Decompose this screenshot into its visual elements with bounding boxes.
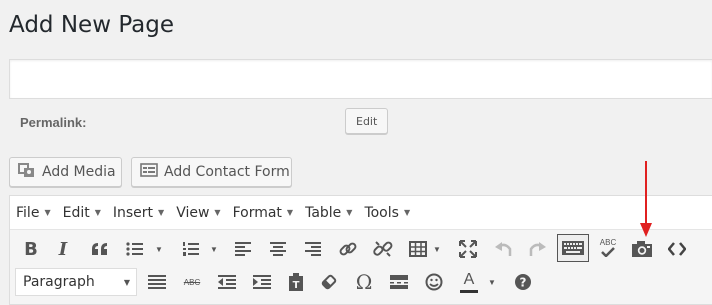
chevron-down-icon: ▼	[286, 208, 294, 217]
numbered-list-dropdown-icon[interactable]: ▼	[210, 245, 218, 254]
table-icon[interactable]	[403, 234, 433, 264]
chevron-down-icon: ▼	[123, 277, 130, 287]
menu-insert[interactable]: Insert ▼	[107, 205, 170, 221]
menu-view[interactable]: View ▼	[170, 205, 226, 221]
form-icon	[140, 163, 158, 181]
spellcheck-icon[interactable]: ABC	[593, 232, 623, 262]
media-icon	[18, 162, 36, 182]
spellcheck-label: ABC	[599, 237, 617, 247]
code-icon[interactable]	[662, 234, 692, 264]
indent-icon[interactable]	[247, 267, 277, 297]
horizontal-rule-icon[interactable]	[142, 267, 172, 297]
blockquote-icon[interactable]	[85, 234, 115, 264]
link-icon[interactable]	[333, 234, 363, 264]
text-color-swatch	[460, 289, 478, 293]
help-label: ?	[520, 276, 527, 290]
numbered-list-icon[interactable]	[176, 234, 206, 264]
permalink-label: Permalink:	[20, 115, 87, 130]
menu-edit-label: Edit	[62, 204, 90, 221]
redo-icon[interactable]	[522, 234, 552, 264]
add-media-label: Add Media	[42, 164, 116, 180]
table-dropdown-icon[interactable]: ▼	[433, 245, 441, 254]
menu-edit[interactable]: Edit ▼	[57, 205, 107, 221]
add-media-button[interactable]: Add Media	[9, 157, 122, 187]
page-break-icon[interactable]	[384, 267, 414, 297]
text-color-label: A	[463, 270, 475, 288]
chevron-down-icon: ▼	[158, 208, 165, 217]
italic-icon[interactable]: I	[48, 234, 78, 264]
add-contact-form-label: Add Contact Form	[164, 164, 290, 180]
permalink-edit-button[interactable]: Edit	[345, 108, 389, 134]
smiley-icon[interactable]	[419, 267, 449, 297]
omega-icon[interactable]: Ω	[349, 267, 379, 297]
chevron-down-icon: ▼	[346, 208, 353, 217]
annotation-arrow-icon	[640, 161, 652, 237]
text-color-icon[interactable]: A	[454, 267, 484, 297]
editor-menubar: File ▼ Edit ▼ Insert ▼ View ▼ Format ▼ Table ▼…	[10, 196, 712, 230]
page-title: Add New Page	[9, 12, 174, 38]
align-right-icon[interactable]	[298, 234, 328, 264]
help-icon[interactable]: ?	[508, 267, 538, 297]
bullet-list-dropdown-icon[interactable]: ▼	[155, 245, 163, 254]
menu-tools-label: Tools	[364, 204, 399, 221]
align-left-icon[interactable]	[228, 234, 258, 264]
chevron-down-icon: ▼	[94, 208, 101, 217]
menu-table[interactable]: Table ▼	[299, 205, 358, 221]
align-center-icon[interactable]	[263, 234, 293, 264]
menu-format[interactable]: Format ▼	[227, 205, 300, 221]
fullscreen-icon[interactable]	[453, 234, 483, 264]
bold-icon[interactable]: B	[16, 234, 46, 264]
undo-icon[interactable]	[489, 234, 519, 264]
add-contact-form-button[interactable]: Add Contact Form	[131, 157, 292, 187]
chevron-down-icon: ▼	[403, 208, 411, 217]
svg-text:T: T	[293, 280, 300, 291]
keyboard-icon[interactable]	[557, 234, 589, 262]
paste-text-icon[interactable]: T	[281, 267, 311, 297]
bullet-list-icon[interactable]	[120, 234, 150, 264]
chevron-down-icon: ▼	[214, 208, 221, 217]
menu-insert-label: Insert	[112, 204, 154, 221]
format-select[interactable]: Paragraph ▼	[15, 268, 137, 296]
format-select-value: Paragraph	[23, 274, 95, 290]
outdent-icon[interactable]	[212, 267, 242, 297]
menu-table-label: Table	[305, 204, 342, 221]
menu-view-label: View	[176, 204, 210, 221]
title-input[interactable]	[9, 59, 712, 99]
clear-formatting-icon[interactable]	[314, 267, 344, 297]
menu-format-label: Format	[232, 204, 282, 221]
menu-tools[interactable]: Tools ▼	[358, 205, 416, 221]
chevron-down-icon: ▼	[44, 208, 51, 217]
strikethrough-icon[interactable]: ABC	[177, 267, 207, 297]
unlink-icon[interactable]	[368, 234, 398, 264]
menu-file[interactable]: File ▼	[10, 205, 57, 221]
text-color-dropdown-icon[interactable]: ▼	[488, 278, 496, 287]
menu-file-label: File	[16, 204, 40, 221]
